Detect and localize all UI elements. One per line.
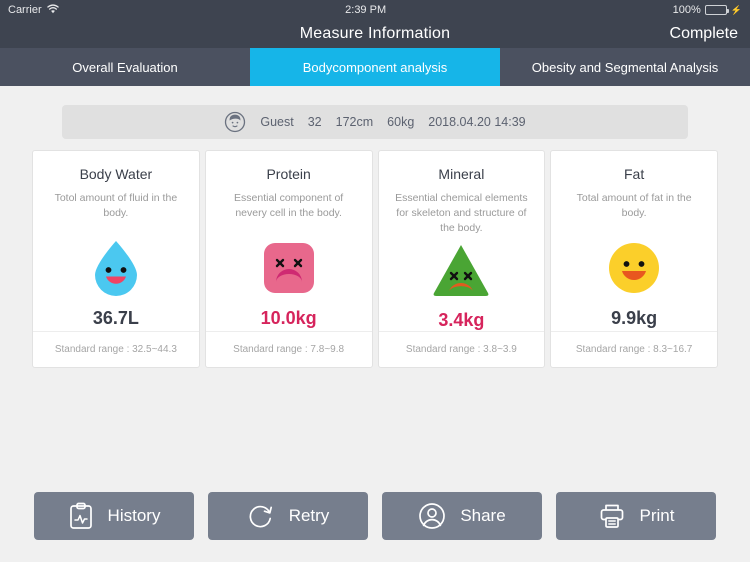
tab-overall-evaluation[interactable]: Overall Evaluation: [0, 48, 250, 86]
carrier-label: Carrier: [8, 4, 42, 16]
metric-card-mineral[interactable]: Mineral Essential chemical elements for …: [377, 150, 546, 368]
water-drop-happy-icon: [85, 237, 147, 299]
status-bar-right: 100% ⚡: [673, 4, 742, 16]
metric-card-list: Body Water Totol amount of fluid in the …: [0, 139, 750, 368]
metric-card-protein[interactable]: Protein Essential component of nevery ce…: [204, 150, 373, 368]
tab-obesity-segmental-analysis[interactable]: Obesity and Segmental Analysis: [500, 48, 750, 86]
card-standard-range: Standard range : 7.8~9.8: [205, 331, 372, 367]
info-age: 32: [307, 115, 322, 129]
complete-button[interactable]: Complete: [670, 25, 738, 43]
page-title: Measure Information: [299, 25, 451, 42]
clipboard-chart-icon: [68, 502, 94, 530]
info-datetime: 2018.04.20 14:39: [428, 115, 526, 129]
card-value: 9.9kg: [611, 308, 658, 328]
card-title: Mineral: [438, 166, 485, 182]
share-button[interactable]: Share: [382, 492, 542, 540]
app-screen: Carrier 2:39 PM 100% ⚡ Measure Informati…: [0, 0, 750, 562]
navigation-bar: Measure Information Complete: [0, 20, 750, 48]
info-bar-wrapper: Guest 32 172cm 60kg 2018.04.20 14:39: [0, 86, 750, 139]
card-description: Totol amount of fluid in the body.: [54, 192, 178, 220]
lightning-bolt-icon: ⚡: [730, 4, 742, 15]
history-button[interactable]: History: [34, 492, 194, 540]
retry-button-label: Retry: [288, 506, 330, 525]
wifi-icon: [46, 3, 59, 17]
share-button-label: Share: [460, 506, 506, 525]
info-height: 172cm: [335, 115, 374, 129]
info-name: Guest: [260, 115, 294, 129]
printer-icon: [598, 502, 626, 530]
measurement-info-bar: Guest 32 172cm 60kg 2018.04.20 14:39: [62, 105, 688, 139]
battery-icon: [704, 5, 729, 15]
user-avatar-icon: [224, 111, 246, 133]
protein-square-sad-icon: [260, 237, 318, 299]
tab-bodycomponent-analysis[interactable]: Bodycomponent analysis: [250, 48, 500, 86]
card-title: Protein: [266, 166, 311, 182]
card-standard-range: Standard range : 32.5~44.3: [33, 331, 199, 367]
action-button-bar: History Retry Share Print: [0, 492, 750, 540]
battery-percent-label: 100%: [672, 4, 701, 16]
card-description: Essential component of nevery cell in th…: [234, 192, 344, 220]
status-bar: Carrier 2:39 PM 100% ⚡: [0, 0, 750, 20]
mineral-triangle-sad-icon: [430, 239, 492, 301]
card-standard-range: Standard range : 3.8~3.9: [378, 331, 545, 367]
print-button-label: Print: [639, 506, 675, 525]
status-bar-left: Carrier: [8, 3, 59, 17]
card-title: Body Water: [79, 166, 153, 182]
retry-button[interactable]: Retry: [208, 492, 368, 540]
card-value: 3.4kg: [438, 309, 485, 330]
card-title: Fat: [624, 166, 645, 182]
tab-bar: Overall Evaluation Bodycomponent analysi…: [0, 48, 750, 86]
metric-card-body-water[interactable]: Body Water Totol amount of fluid in the …: [32, 150, 200, 368]
card-value: 36.7L: [92, 308, 139, 328]
fat-circle-happy-icon: [605, 237, 663, 299]
refresh-circle-arrow-icon: [247, 502, 275, 530]
print-button[interactable]: Print: [556, 492, 716, 540]
card-value: 10.0kg: [260, 308, 317, 328]
history-button-label: History: [107, 506, 161, 525]
card-description: Total amount of fat in the body.: [576, 192, 692, 220]
metric-card-fat[interactable]: Fat Total amount of fat in the body. 9.9…: [550, 150, 718, 368]
person-circle-icon: [418, 502, 446, 530]
card-description: Essential chemical elements for skeleton…: [395, 192, 528, 235]
info-weight: 60kg: [387, 115, 415, 129]
status-bar-time: 2:39 PM: [345, 4, 387, 16]
card-standard-range: Standard range : 8.3~16.7: [551, 331, 717, 367]
